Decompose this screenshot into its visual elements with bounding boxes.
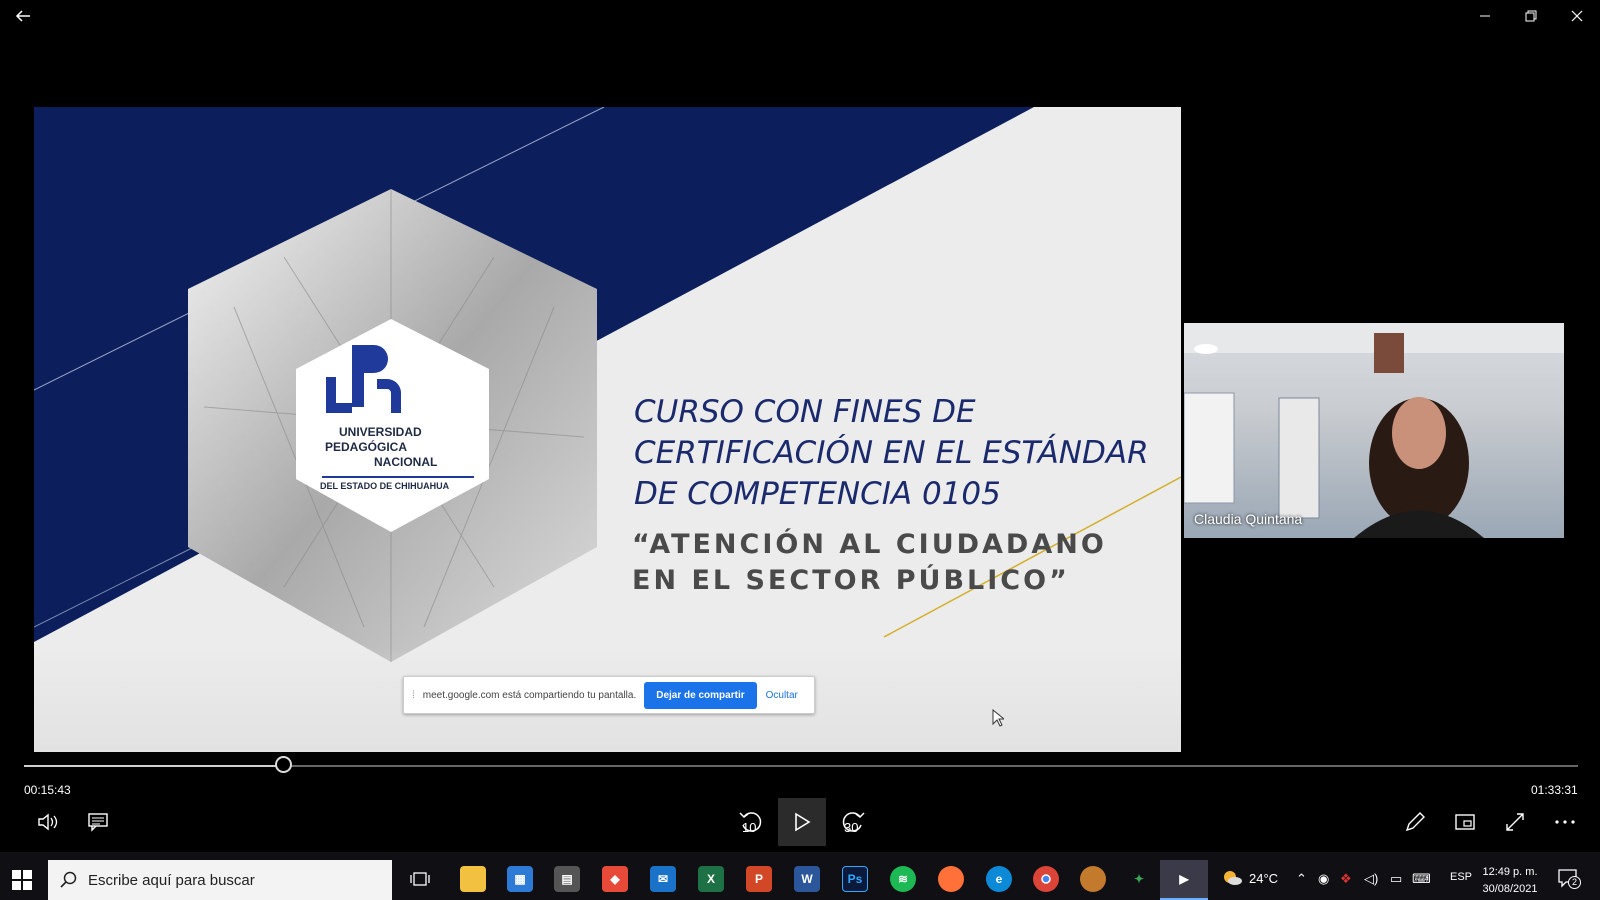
firefox-icon[interactable] [938, 866, 964, 892]
slide-subtitle: “ATENCIÓN AL CIUDADANO EN EL SECTOR PÚBL… [632, 529, 1107, 596]
app-green-icon[interactable]: ✦ [1126, 866, 1152, 892]
participant-video-tile[interactable]: Claudia Quintana [1184, 323, 1564, 538]
drag-handle-icon[interactable]: ⁞ [412, 690, 415, 701]
search-placeholder: Escribe aquí para buscar [88, 871, 255, 889]
logo-line-3: NACIONAL [374, 455, 438, 469]
weather-temperature[interactable]: 24°C [1249, 871, 1278, 886]
skip-forward-button[interactable]: 30 [831, 800, 875, 844]
slide-title: CURSO CON FINES DE CERTIFICACIÓN EN EL E… [634, 394, 1149, 512]
notifications-button[interactable]: 2 [1557, 868, 1581, 893]
windows-icon [12, 870, 32, 890]
more-options-button[interactable] [1543, 800, 1587, 844]
volume-tray-icon[interactable]: ◁) [1364, 871, 1378, 887]
minimize-button[interactable] [1462, 0, 1508, 32]
shared-screen-slide: UNIVERSIDAD PEDAGÓGICA NACIONAL DEL ESTA… [34, 107, 1181, 752]
clock-date: 30/08/2021 [1482, 883, 1538, 895]
close-icon [1571, 10, 1583, 22]
clock-time: 12:49 p. m. [1482, 866, 1538, 878]
mouse-cursor-icon [992, 709, 1004, 727]
mail-icon[interactable]: ✉ [650, 866, 676, 892]
task-view-icon[interactable] [407, 866, 433, 892]
logo-line-4: DEL ESTADO DE CHIHUAHUA [320, 481, 450, 491]
start-button[interactable] [12, 870, 32, 895]
search-icon [60, 871, 77, 888]
back-button[interactable] [0, 0, 46, 32]
network-icon[interactable]: ▭ [1390, 871, 1402, 887]
speaker-icon [38, 813, 58, 831]
keyboard-icon[interactable]: ⌨ [1412, 871, 1431, 887]
hide-button[interactable]: Ocultar [766, 690, 798, 701]
stop-sharing-button[interactable]: Dejar de compartir [644, 681, 757, 709]
logo-line-2: PEDAGÓGICA [325, 440, 408, 454]
logo-line-1: UNIVERSIDAD [339, 425, 422, 439]
participant-video-frame [1184, 323, 1564, 538]
participant-name: Claudia Quintana [1194, 511, 1303, 527]
pencil-icon [1405, 812, 1425, 832]
word-icon[interactable]: W [794, 866, 820, 892]
play-icon [795, 812, 811, 832]
arrow-left-icon [15, 10, 30, 22]
expand-icon [1506, 813, 1524, 831]
restore-icon [1525, 10, 1537, 22]
language-indicator[interactable]: ESP [1450, 871, 1472, 883]
file-explorer-icon[interactable] [460, 866, 486, 892]
fullscreen-button[interactable] [1493, 800, 1537, 844]
chevron-up-icon[interactable]: ⌃ [1296, 871, 1307, 887]
current-time: 00:15:43 [24, 783, 71, 797]
app-stack-icon[interactable] [1080, 866, 1106, 892]
edge-icon[interactable]: e [986, 866, 1012, 892]
chrome-icon[interactable] [1033, 866, 1059, 892]
play-button[interactable] [778, 798, 826, 846]
seek-bar-played [24, 765, 285, 767]
dropbox-icon[interactable]: ❖ [1340, 871, 1352, 887]
meet-tray-icon[interactable]: ◉ [1318, 871, 1329, 887]
captions-button[interactable] [76, 800, 120, 844]
edit-button[interactable] [1393, 800, 1437, 844]
notification-count: 2 [1568, 876, 1581, 889]
anydesk-icon[interactable]: ◆ [602, 866, 628, 892]
restore-button[interactable] [1508, 0, 1554, 32]
photoshop-icon[interactable]: Ps [842, 866, 868, 892]
minimize-icon [1480, 15, 1490, 17]
clock[interactable]: 12:49 p. m. 30/08/2021 [1478, 864, 1542, 898]
volume-button[interactable] [26, 800, 70, 844]
taskbar-search-box[interactable]: Escribe aquí para buscar [48, 860, 392, 900]
calendar-icon[interactable]: ▦ [507, 866, 533, 892]
calculator-icon[interactable]: ▤ [554, 866, 580, 892]
screen-share-notification: ⁞ meet.google.com está compartiendo tu p… [403, 676, 815, 714]
excel-icon[interactable]: X [698, 866, 724, 892]
mini-view-icon [1455, 814, 1475, 830]
weather-icon[interactable] [1222, 868, 1242, 889]
share-message: meet.google.com está compartiendo tu pan… [422, 689, 637, 701]
movies-tv-icon[interactable]: ▶ [1160, 860, 1208, 900]
total-duration: 01:33:31 [1531, 783, 1578, 797]
close-button[interactable] [1554, 0, 1600, 32]
captions-icon [88, 813, 108, 832]
skip-back-button[interactable]: 10 [729, 800, 773, 844]
spotify-icon[interactable]: ≋ [890, 866, 916, 892]
powerpoint-icon[interactable]: P [746, 866, 772, 892]
seek-thumb[interactable] [275, 756, 292, 773]
mini-view-button[interactable] [1443, 800, 1487, 844]
more-icon [1555, 820, 1575, 824]
